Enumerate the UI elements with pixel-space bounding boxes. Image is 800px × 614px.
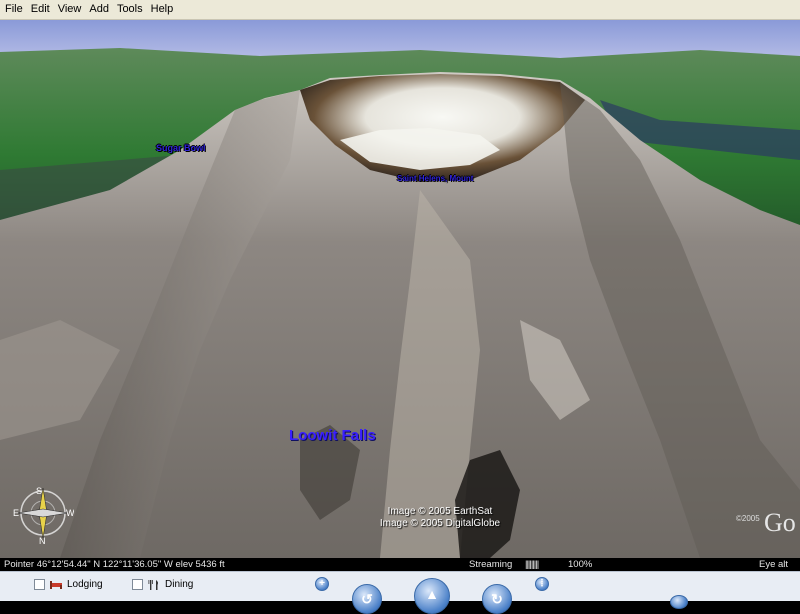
arrow-up-icon: ▲ bbox=[425, 586, 439, 602]
menu-file[interactable]: File bbox=[0, 0, 27, 19]
google-logo: Go bbox=[764, 508, 796, 537]
plus-icon: + bbox=[319, 578, 325, 589]
pointer-coordinates: Pointer 46°12'54.44" N 122°11'36.05" W e… bbox=[4, 559, 225, 570]
lodging-checkbox[interactable] bbox=[34, 579, 45, 590]
slider-grip-icon: ⦙ bbox=[540, 578, 544, 589]
streaming-percent: 100% bbox=[568, 559, 593, 570]
volcano-terrain-image bbox=[0, 20, 800, 558]
bottom-panel: Lodging Dining + ↺ ▲ ↻ ⦙ bbox=[0, 571, 800, 614]
menu-edit[interactable]: Edit bbox=[27, 0, 54, 19]
streaming-label: Streaming bbox=[469, 559, 513, 570]
tilt-up-button[interactable]: ▲ bbox=[414, 578, 450, 614]
compass-e: E bbox=[13, 508, 19, 518]
label-saint-helens[interactable]: Saint Helens, Mount bbox=[397, 174, 473, 183]
scroll-right-button[interactable] bbox=[670, 595, 688, 609]
menu-help[interactable]: Help bbox=[147, 0, 178, 19]
rotate-left-icon: ↺ bbox=[361, 591, 373, 607]
compass-icon[interactable]: S N W E bbox=[12, 482, 74, 544]
menu-add[interactable]: Add bbox=[85, 0, 113, 19]
rotate-left-button[interactable]: ↺ bbox=[352, 584, 382, 614]
lodging-label: Lodging bbox=[67, 579, 103, 590]
imagery-credit-earthsat: Image © 2005 EarthSat bbox=[387, 506, 493, 517]
streaming-bars: ||||||||| bbox=[525, 559, 539, 570]
rotate-right-icon: ↻ bbox=[491, 591, 503, 607]
label-loowit-falls[interactable]: Loowit Falls bbox=[289, 427, 376, 444]
compass-n: N bbox=[39, 536, 46, 544]
bed-icon bbox=[50, 580, 62, 589]
map-viewport[interactable]: Sugar Bowl Saint Helens, Mount Loowit Fa… bbox=[0, 20, 800, 558]
layer-lodging[interactable]: Lodging bbox=[34, 579, 103, 590]
google-copyright: ©2005 bbox=[736, 514, 760, 523]
zoom-in-button[interactable]: + bbox=[315, 577, 329, 591]
menu-tools[interactable]: Tools bbox=[113, 0, 147, 19]
zoom-slider-button[interactable]: ⦙ bbox=[535, 577, 549, 591]
imagery-credit-digitalglobe: Image © 2005 DigitalGlobe bbox=[379, 518, 501, 529]
menu-view[interactable]: View bbox=[54, 0, 86, 19]
dining-checkbox[interactable] bbox=[132, 579, 143, 590]
menu-bar: File Edit View Add Tools Help bbox=[0, 0, 800, 20]
dining-label: Dining bbox=[165, 579, 194, 590]
status-bar: Pointer 46°12'54.44" N 122°11'36.05" W e… bbox=[0, 558, 800, 571]
fork-knife-icon bbox=[148, 579, 158, 590]
compass-s: S bbox=[36, 486, 42, 496]
layer-dining[interactable]: Dining bbox=[132, 579, 193, 590]
eye-altitude: Eye alt bbox=[759, 559, 789, 570]
compass-w: W bbox=[66, 508, 74, 518]
label-sugar-bowl[interactable]: Sugar Bowl bbox=[156, 143, 206, 153]
rotate-right-button[interactable]: ↻ bbox=[482, 584, 512, 614]
